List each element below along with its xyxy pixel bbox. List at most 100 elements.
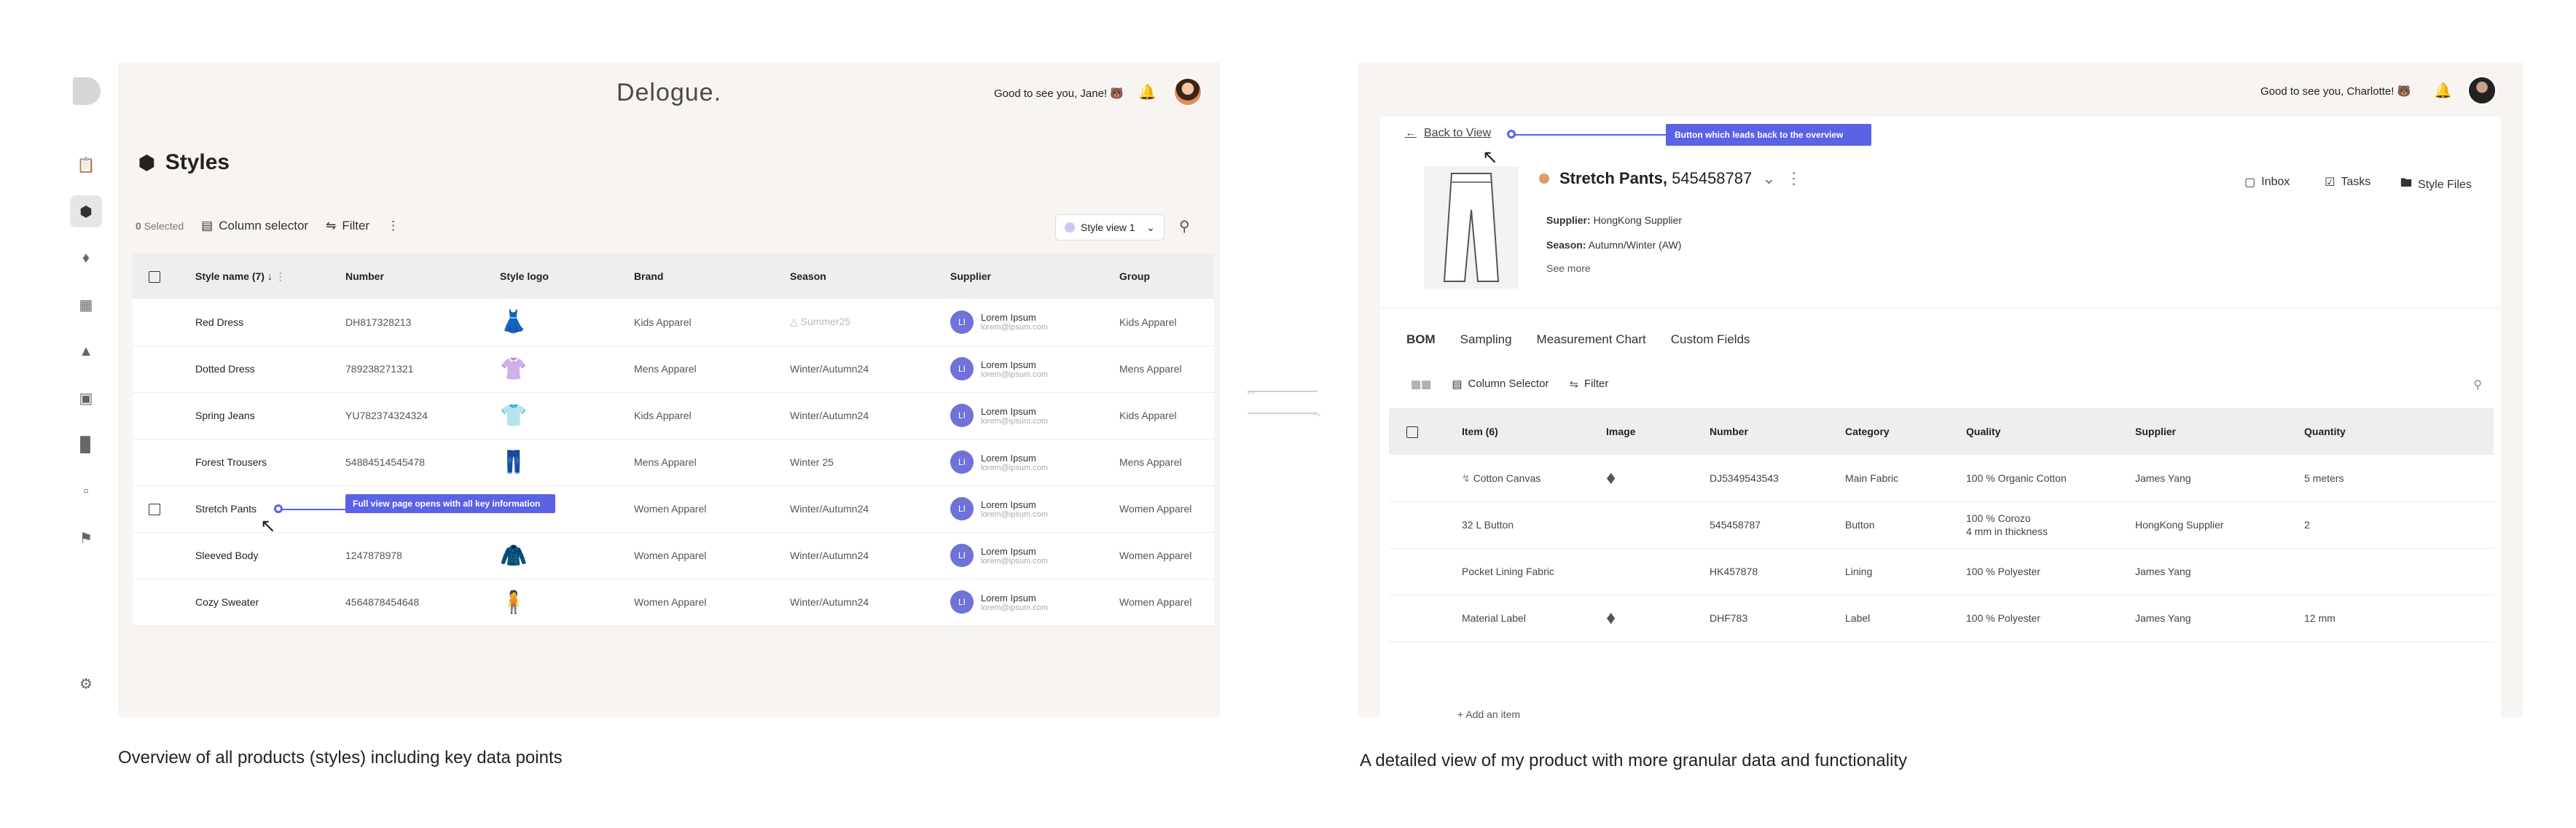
product-name-wrap: Stretch Pants, 545458787 [1559, 169, 1752, 188]
style-name-cell[interactable]: Dotted Dress [191, 345, 341, 393]
warning-icon: △ [790, 316, 798, 328]
filter-button[interactable]: ⇋ Filter [326, 219, 369, 233]
supplier-email: lorem@ipsum.com [981, 603, 1048, 612]
group-cell: Women Apparel [1115, 532, 1214, 579]
col-number[interactable]: Number [341, 254, 496, 299]
table-row[interactable]: Red Dress DH817328213 👗 Kids Apparel △ Summe… [133, 299, 1214, 346]
app-logo[interactable] [73, 77, 101, 105]
season-cell: Winter 25 [786, 439, 946, 486]
tab-bom[interactable]: BOM [1406, 332, 1436, 347]
table-row[interactable]: Forest Trousers 54884514545478 👖 Mens Appar… [133, 439, 1214, 486]
table-row[interactable]: 32 L Button 545458787 Button 100 % Corozo 4 … [1389, 501, 2494, 549]
item-cell[interactable]: Pocket Lining Fabric [1457, 548, 1602, 595]
col-supplier[interactable]: Supplier [946, 254, 1115, 299]
select-all-checkbox[interactable] [149, 270, 160, 283]
style-logo-icon: 🧍 [500, 590, 528, 614]
filter-button[interactable]: ⇋ Filter [1569, 378, 1608, 391]
bell-icon[interactable]: 🔔 [1138, 83, 1156, 101]
factory-icon[interactable]: ▲ [70, 335, 102, 367]
chevron-down-icon[interactable]: ⌄ [1762, 169, 1775, 188]
column-selector-button[interactable]: ▤ Column Selector [1452, 378, 1549, 391]
more-options-icon[interactable]: ⋮ [387, 219, 399, 233]
col-season[interactable]: Season [786, 254, 946, 299]
table-row[interactable]: Pocket Lining Fabric HK457878 Lining 100 % … [1389, 548, 2494, 595]
col-brand[interactable]: Brand [630, 254, 786, 299]
table-row[interactable]: Sleeved Body 1247878978 🧥 Women Apparel Wint… [133, 532, 1214, 579]
item-name: Cotton Canvas [1473, 472, 1541, 484]
table-row[interactable]: ↯ Cotton Canvas ♦ DJ5349543543 Main Fabric 1… [1389, 455, 2494, 502]
col-supplier[interactable]: Supplier [2131, 408, 2300, 455]
shipping-icon[interactable]: ⚑ [70, 522, 102, 554]
season-label: Season: [1546, 239, 1586, 251]
add-item-button[interactable]: + Add an item [1457, 708, 1520, 720]
trousers-sketch-icon [1443, 173, 1500, 282]
sort-arrow-icon[interactable]: ↓ [267, 270, 273, 282]
column-menu-icon[interactable]: ⋮ [275, 270, 286, 282]
table-row[interactable]: Dotted Dress 789238271321 👚 Mens Apparel Win… [133, 345, 1214, 393]
style-name-cell[interactable]: Sleeved Body [191, 532, 341, 579]
table-row[interactable]: Cozy Sweater 4564878454648 🧍 Women Apparel W… [133, 579, 1214, 626]
bom-table: Item (6) Image Number Category Quality S… [1389, 408, 2494, 642]
style-files-link[interactable]: 🖿 Style Files [2400, 175, 2472, 195]
style-logo-icon: 👕 [500, 403, 528, 428]
right-caption: A detailed view of my product with more … [1360, 751, 1908, 770]
cube-icon[interactable]: ⬢ [70, 195, 102, 227]
settings-icon[interactable]: ⚙ [70, 668, 102, 700]
item-cell[interactable]: Material Label [1457, 595, 1602, 642]
search-icon[interactable]: ⚲ [1179, 217, 1190, 235]
tab-measurement-chart[interactable]: Measurement Chart [1537, 332, 1646, 347]
more-options-icon[interactable]: ⋮ [1786, 169, 1802, 188]
avatar[interactable] [1173, 77, 1202, 106]
season-cell: Winter/Autumn24 [786, 345, 946, 393]
style-logo-cell: 🧍 [496, 579, 630, 626]
row-select-cell [1389, 595, 1457, 642]
style-name-cell[interactable]: Cozy Sweater [191, 579, 341, 626]
table-row[interactable]: Material Label ♦ DHF783 Label 100 % Polyeste… [1389, 595, 2494, 642]
row-select-cell [133, 485, 191, 533]
style-name-cell[interactable]: Spring Jeans [191, 392, 341, 440]
item-cell[interactable]: 32 L Button [1457, 501, 1602, 549]
grid-view-icon[interactable]: ▦▦ [1411, 378, 1431, 391]
col-quality[interactable]: Quality [1962, 408, 2131, 455]
col-category[interactable]: Category [1841, 408, 1962, 455]
inbox-link[interactable]: ▢ Inbox [2244, 175, 2290, 190]
tasks-link[interactable]: ☑ Tasks [2325, 175, 2371, 190]
avatar[interactable] [2467, 76, 2497, 105]
arrowhead-right-icon: → [1310, 405, 1323, 420]
col-style-name[interactable]: Style name (7) ↓ ⋮ [191, 254, 341, 299]
supplier-cell: LI Lorem Ipsum lorem@ipsum.com [946, 299, 1115, 346]
layout-icon[interactable]: ▣ [70, 382, 102, 414]
brand-cell: Women Apparel [630, 532, 786, 579]
style-files-label: Style Files [2418, 178, 2472, 191]
style-name-cell[interactable]: Forest Trousers [191, 439, 341, 486]
see-more-link[interactable]: See more [1546, 262, 1591, 274]
clipboard-icon[interactable]: 📋 [70, 149, 102, 181]
col-item[interactable]: Item (6) [1457, 408, 1602, 455]
puzzle-icon[interactable]: ♦ [70, 242, 102, 274]
col-image[interactable]: Image [1602, 408, 1705, 455]
search-icon[interactable]: ⚲ [2473, 378, 2482, 392]
col-style-logo[interactable]: Style logo [496, 254, 630, 299]
back-to-view-link[interactable]: ← Back to View [1405, 127, 1491, 140]
col-quantity[interactable]: Quantity [2300, 408, 2494, 455]
style-logo-cell: 👕 [496, 392, 630, 440]
puzzle-icon: ♦ [1606, 606, 1616, 629]
tab-custom-fields[interactable]: Custom Fields [1671, 332, 1750, 347]
table-row[interactable]: Spring Jeans YU782374324324 👕 Kids Apparel W… [133, 392, 1214, 440]
group-cell: Women Apparel [1115, 579, 1214, 626]
bar-chart-icon[interactable]: ▉ [70, 429, 102, 461]
col-number[interactable]: Number [1705, 408, 1841, 455]
arrow-right-icon [1248, 413, 1318, 414]
image-list-icon[interactable]: ▦ [70, 289, 102, 321]
item-cell[interactable]: ↯ Cotton Canvas [1457, 455, 1602, 502]
select-all-checkbox[interactable] [1406, 426, 1418, 438]
style-name-cell[interactable]: Red Dress [191, 299, 341, 346]
style-view-select[interactable]: Style view 1 ⌄ [1055, 214, 1164, 241]
bell-icon[interactable]: 🔔 [2434, 82, 2452, 100]
row-checkbox[interactable] [149, 503, 160, 515]
col-group[interactable]: Group [1115, 254, 1214, 299]
supplier-cell: LI Lorem Ipsum lorem@ipsum.com [946, 392, 1115, 440]
column-selector-button[interactable]: ▤ Column selector [201, 219, 308, 233]
message-icon[interactable]: ▫ [70, 475, 102, 507]
tab-sampling[interactable]: Sampling [1460, 332, 1512, 347]
